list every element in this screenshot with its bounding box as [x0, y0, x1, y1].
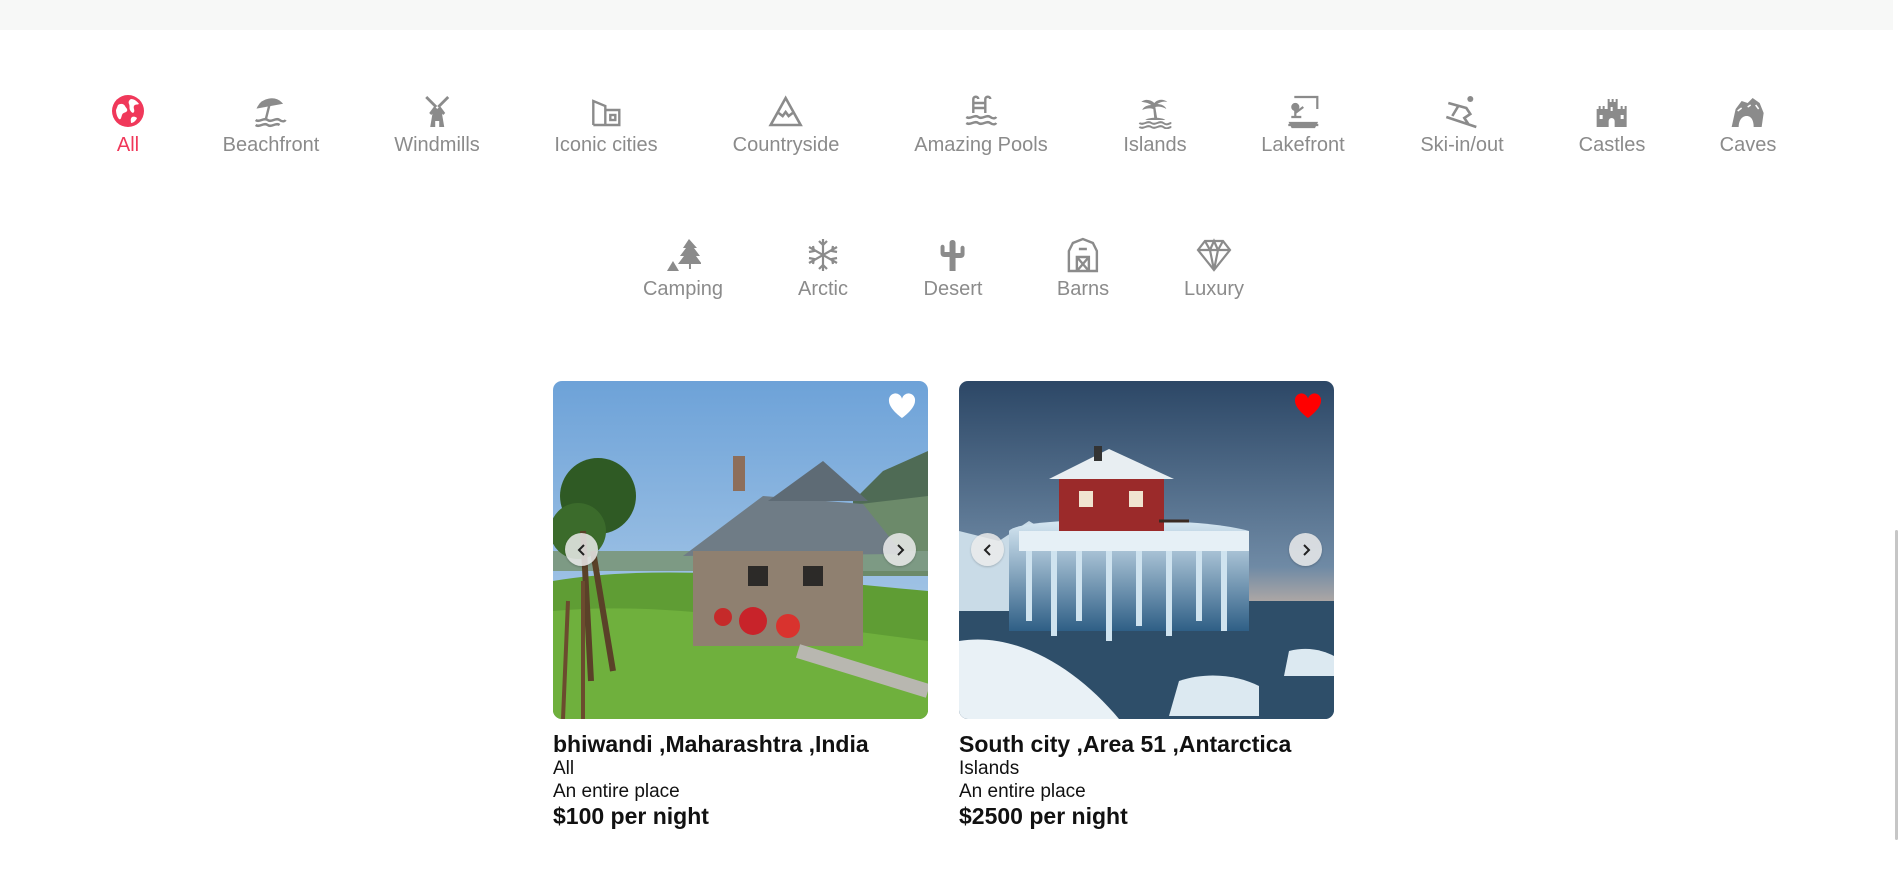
favorite-heart-icon[interactable] — [1294, 393, 1322, 419]
category-label: Iconic cities — [554, 134, 658, 156]
category-label: Caves — [1719, 134, 1777, 156]
category-barns[interactable]: Barns — [1057, 236, 1109, 301]
listing-card[interactable]: bhiwandi ,Maharashtra ,India All An enti… — [553, 381, 928, 829]
globe-icon — [109, 92, 147, 130]
beach-umbrella-icon — [252, 92, 290, 130]
category-label: Ski-in/out — [1420, 134, 1504, 156]
category-label: Arctic — [798, 278, 848, 300]
listing-category: All — [553, 758, 575, 779]
listing-category: Islands — [959, 758, 1020, 779]
snowflake-icon — [804, 236, 842, 274]
category-camping[interactable]: Camping — [643, 236, 723, 301]
category-iconic-cities[interactable]: Iconic cities — [554, 92, 658, 157]
chevron-right-icon — [896, 543, 904, 556]
category-islands[interactable]: Islands — [1123, 92, 1187, 157]
pool-icon — [962, 92, 1000, 130]
palm-island-icon — [1136, 92, 1174, 130]
category-amazing-pools[interactable]: Amazing Pools — [914, 92, 1048, 157]
mountain-icon — [767, 92, 805, 130]
fishing-icon — [1284, 92, 1322, 130]
ice-house-photo — [959, 381, 1334, 719]
cottage-photo — [553, 381, 928, 719]
category-lakefront[interactable]: Lakefront — [1261, 92, 1345, 157]
city-building-icon — [587, 92, 625, 130]
category-label: Luxury — [1183, 278, 1245, 300]
listing-photo[interactable] — [959, 381, 1334, 719]
camping-tent-icon — [664, 236, 702, 274]
category-label: Camping — [642, 278, 724, 300]
castle-icon — [1593, 92, 1631, 130]
category-label: Desert — [923, 278, 983, 300]
diamond-icon — [1195, 236, 1233, 274]
category-label: Windmills — [394, 134, 480, 156]
listing-type: An entire place — [959, 781, 1086, 802]
category-label: Lakefront — [1261, 134, 1345, 156]
chevron-left-icon — [577, 543, 585, 556]
chevron-left-icon — [983, 543, 991, 556]
category-countryside[interactable]: Countryside — [732, 92, 840, 157]
category-windmills[interactable]: Windmills — [394, 92, 480, 157]
listing-price: $100 per night — [553, 803, 709, 829]
top-header-bar — [0, 0, 1899, 30]
barn-icon — [1064, 236, 1102, 274]
category-label: Barns — [1056, 278, 1110, 300]
next-image-button[interactable] — [883, 533, 916, 566]
cave-icon — [1729, 92, 1767, 130]
category-luxury[interactable]: Luxury — [1184, 236, 1244, 301]
category-label: Beachfront — [222, 134, 320, 156]
category-label: Castles — [1578, 134, 1646, 156]
favorite-heart-icon[interactable] — [888, 393, 916, 419]
chevron-right-icon — [1302, 543, 1310, 556]
listing-type: An entire place — [553, 781, 680, 802]
category-caves[interactable]: Caves — [1719, 92, 1777, 157]
listing-title[interactable]: bhiwandi ,Maharashtra ,India — [553, 731, 928, 757]
category-label: All — [116, 134, 140, 156]
listing-price: $2500 per night — [959, 803, 1128, 829]
skier-icon — [1443, 92, 1481, 130]
category-arctic[interactable]: Arctic — [798, 236, 848, 301]
category-beachfront[interactable]: Beachfront — [222, 92, 320, 157]
windmill-icon — [418, 92, 456, 130]
listing-card[interactable]: South city ,Area 51 ,Antarctica Islands … — [959, 381, 1334, 829]
previous-image-button[interactable] — [971, 533, 1004, 566]
category-label: Islands — [1123, 134, 1187, 156]
listing-title[interactable]: South city ,Area 51 ,Antarctica — [959, 731, 1334, 757]
category-ski-in-out[interactable]: Ski-in/out — [1420, 92, 1504, 157]
category-all[interactable]: All — [109, 92, 147, 157]
next-image-button[interactable] — [1289, 533, 1322, 566]
category-desert[interactable]: Desert — [923, 236, 983, 301]
cactus-icon — [934, 236, 972, 274]
previous-image-button[interactable] — [565, 533, 598, 566]
category-label: Amazing Pools — [914, 134, 1048, 156]
category-castles[interactable]: Castles — [1578, 92, 1646, 157]
listing-photo[interactable] — [553, 381, 928, 719]
category-label: Countryside — [732, 134, 840, 156]
scrollbar-thumb[interactable] — [1895, 530, 1898, 840]
